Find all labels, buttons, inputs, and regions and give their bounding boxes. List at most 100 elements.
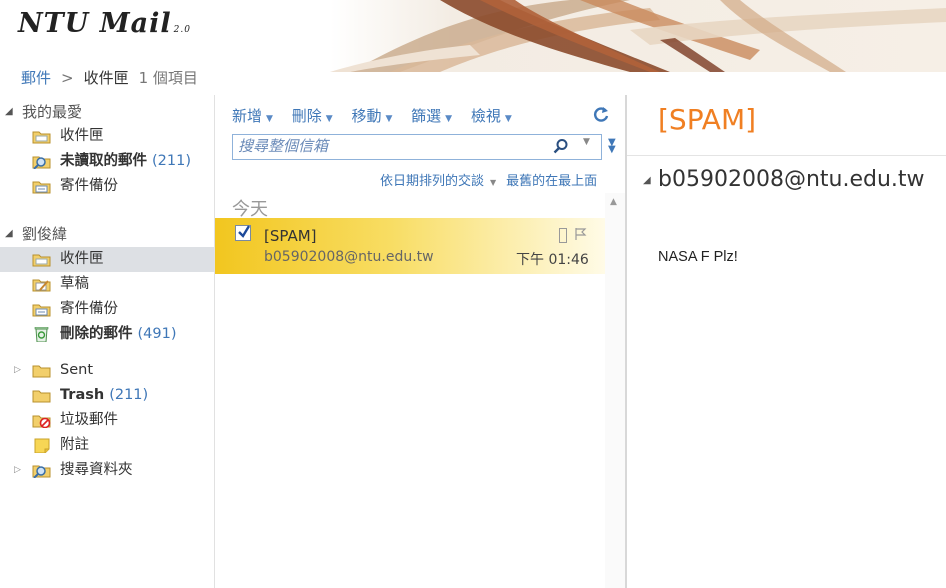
sort-by-button[interactable]: 依日期排列的交談 <box>380 174 484 189</box>
trash-count: (211) <box>109 387 149 403</box>
new-button[interactable]: 新增 ▼ <box>232 107 273 125</box>
favorites-title: 我的最愛 <box>22 103 83 121</box>
reading-subject: [SPAM] <box>658 103 757 136</box>
account-title: 劉俊緯 <box>22 225 68 243</box>
dropdown-caret-icon: ▼ <box>325 114 333 124</box>
view-button[interactable]: 檢視 ▼ <box>471 107 512 125</box>
dropdown-caret-icon: ▼ <box>266 114 273 124</box>
folder-label: 收件匣 <box>60 251 104 267</box>
sent-folder-icon <box>32 304 51 317</box>
app-logo: NTU Mail 2.0 <box>18 8 191 39</box>
message-sender: b05902008@ntu.edu.tw <box>264 249 434 265</box>
folder-label: 收件匣 <box>60 128 104 144</box>
checkmark-icon <box>238 225 251 238</box>
search-box: ▼ <box>232 134 602 160</box>
account-item-inbox[interactable]: 收件匣 <box>0 247 214 272</box>
account-item-drafts[interactable]: 草稿 <box>0 272 214 297</box>
app-header: NTU Mail 2.0 <box>0 0 946 72</box>
search-icon[interactable] <box>553 138 569 154</box>
sent-folder-icon <box>32 181 51 194</box>
logo-text: NTU Mail <box>18 8 172 39</box>
favorites-item-sent[interactable]: 寄件備份 <box>0 174 214 199</box>
refresh-icon[interactable] <box>593 105 609 123</box>
double-chevron-down-icon[interactable]: ▼ ▼ <box>608 138 616 155</box>
search-options-dropdown-icon[interactable]: ▼ <box>583 137 590 147</box>
collapse-triangle-icon[interactable]: ◢ <box>643 175 651 186</box>
folder-item-trash[interactable]: Trash (211) <box>0 383 214 408</box>
folder-label: 搜尋資料夾 <box>60 462 133 478</box>
notes-icon <box>34 438 50 453</box>
folder-label: Trash (211) <box>60 383 148 408</box>
expand-triangle-icon[interactable]: ▷ <box>14 358 21 383</box>
folder-item-notes[interactable]: 附註 <box>0 433 214 458</box>
drafts-icon <box>32 279 51 292</box>
message-time: 下午 01:46 <box>516 252 589 268</box>
folder-sidebar: ◢ 我的最愛 收件匣 未讀取的郵件 (211) 寄件備份 ◢ 劉俊緯 收件匣 草稿… <box>0 95 215 588</box>
folder-item-sent-en[interactable]: ▷ Sent <box>0 358 214 383</box>
category-box-icon[interactable] <box>559 228 567 243</box>
reading-pane: [SPAM] ◢ b05902008@ntu.edu.tw NASA F Plz… <box>627 95 946 588</box>
folder-label: 刪除的郵件 (491) <box>60 322 177 347</box>
filter-button[interactable]: 篩選 ▼ <box>411 107 452 125</box>
favorites-group-header[interactable]: ◢ 我的最愛 <box>0 101 214 123</box>
list-toolbar: 新增 ▼ 刪除 ▼ 移動 ▼ 篩選 ▼ 檢視 ▼ <box>232 105 526 126</box>
item-count: 1 個項目 <box>138 69 198 87</box>
new-button-label: 新增 <box>232 107 263 125</box>
move-button-label: 移動 <box>351 107 382 125</box>
flag-icon[interactable] <box>573 227 587 241</box>
collapse-triangle-icon: ◢ <box>5 106 13 117</box>
message-subject: [SPAM] <box>264 227 317 245</box>
dropdown-caret-icon: ▼ <box>385 114 393 124</box>
message-list-pane: 新增▼ 刪除▼ 移動▼ 篩選▼ 檢視▼ ▼ ▼▼ 依日期排列的交談▼最舊的在最上… <box>215 95 627 588</box>
scroll-up-arrow-icon[interactable]: ▲ <box>610 197 617 207</box>
account-item-sent[interactable]: 寄件備份 <box>0 297 214 322</box>
sort-bar: 依日期排列的交談 ▼ 最舊的在最上面 <box>380 170 597 189</box>
folder-label: 附註 <box>60 437 89 453</box>
inbox-icon <box>32 254 51 267</box>
folder-item-junk[interactable]: 垃圾郵件 <box>0 408 214 433</box>
folder-label: 寄件備份 <box>60 301 118 317</box>
message-list-scrollbar[interactable]: ▲ <box>605 193 625 588</box>
folder-label: 未讀取的郵件 (211) <box>60 149 191 174</box>
view-button-label: 檢視 <box>470 107 501 125</box>
reading-separator <box>627 155 946 156</box>
recycle-bin-icon <box>34 327 49 342</box>
filter-button-label: 篩選 <box>411 107 442 125</box>
folder-item-search-folders[interactable]: ▷ 搜尋資料夾 <box>0 458 214 483</box>
unread-count: (211) <box>152 153 191 169</box>
sort-order-button[interactable]: 最舊的在最上面 <box>506 174 597 189</box>
folder-label: 寄件備份 <box>60 178 118 194</box>
inbox-icon <box>32 131 51 144</box>
expand-triangle-icon[interactable]: ▷ <box>14 458 21 483</box>
folder-label-text: 刪除的郵件 <box>60 326 133 342</box>
folder-label: 垃圾郵件 <box>60 412 118 428</box>
junk-folder-icon <box>32 415 51 428</box>
folder-label-text: Trash <box>60 387 105 403</box>
favorites-item-inbox[interactable]: 收件匣 <box>0 124 214 149</box>
delete-button[interactable]: 刪除 ▼ <box>292 107 333 125</box>
reading-body: NASA F Plz! <box>658 249 738 265</box>
message-checkbox[interactable] <box>235 225 251 241</box>
breadcrumb-separator: > <box>61 69 74 87</box>
dropdown-caret-icon: ▼ <box>445 114 453 124</box>
breadcrumb-mail-link[interactable]: 郵件 <box>21 69 51 87</box>
search-folder-icon <box>32 156 51 169</box>
search-folder-icon <box>32 465 51 478</box>
account-group-header[interactable]: ◢ 劉俊緯 <box>0 223 214 245</box>
move-button[interactable]: 移動 ▼ <box>351 107 392 125</box>
delete-button-label: 刪除 <box>291 107 322 125</box>
folder-icon <box>32 390 51 403</box>
search-input[interactable] <box>238 136 538 156</box>
favorites-item-unread[interactable]: 未讀取的郵件 (211) <box>0 149 214 174</box>
account-item-deleted[interactable]: 刪除的郵件 (491) <box>0 322 214 347</box>
folder-label-text: 未讀取的郵件 <box>60 153 147 169</box>
folder-label: 草稿 <box>60 276 89 292</box>
breadcrumb-current-folder: 收件匣 <box>83 69 129 87</box>
message-row[interactable]: [SPAM] b05902008@ntu.edu.tw 下午 01:46 <box>215 218 605 274</box>
reading-sender[interactable]: b05902008@ntu.edu.tw <box>658 167 925 192</box>
header-banner-image <box>330 0 946 72</box>
folder-label: Sent <box>60 362 94 378</box>
dropdown-caret-icon: ▼ <box>504 114 512 124</box>
dropdown-caret-icon[interactable]: ▼ <box>490 178 496 187</box>
collapse-triangle-icon: ◢ <box>5 228 13 239</box>
